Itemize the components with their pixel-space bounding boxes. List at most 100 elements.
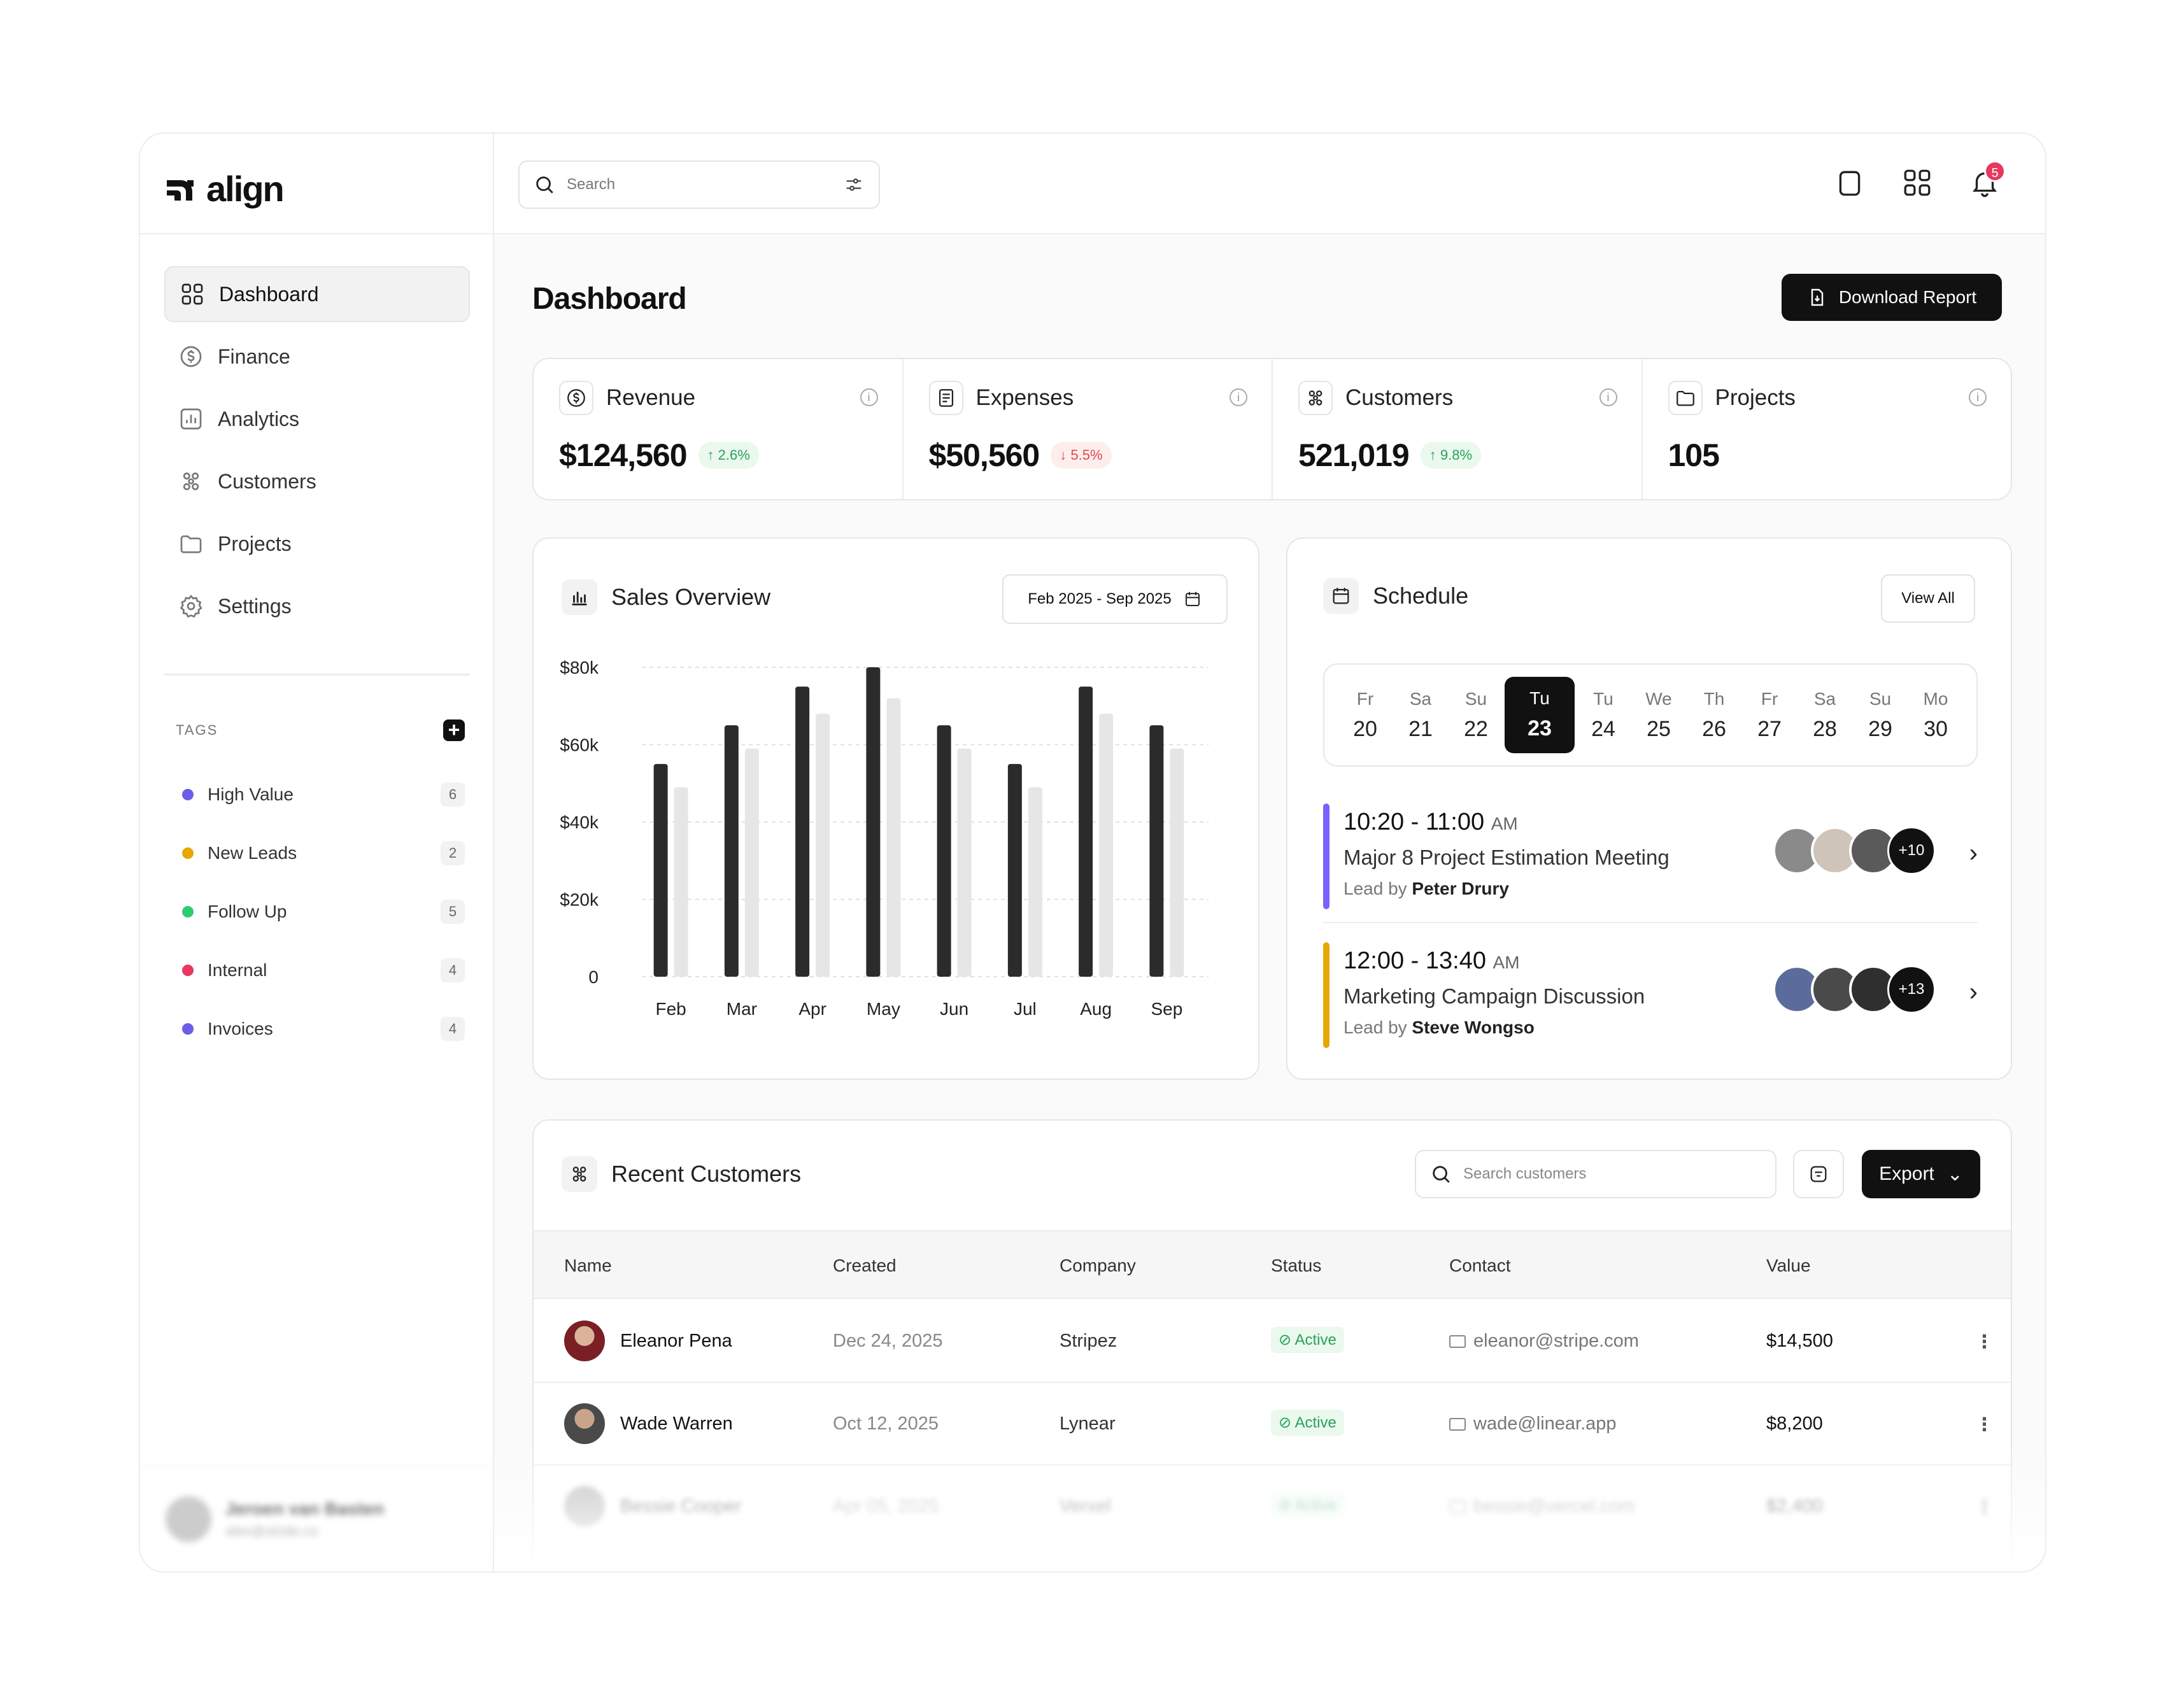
avatar xyxy=(564,1486,605,1527)
column-header[interactable]: Value xyxy=(1766,1256,1811,1276)
table-row[interactable]: Eleanor Pena Dec 24, 2025 Stripez ⊘ Acti… xyxy=(534,1300,2011,1383)
sidebar-nav: Dashboard Finance Analytics Customers Pr… xyxy=(164,266,470,641)
contact-email[interactable]: bessie@vercel.com xyxy=(1449,1496,1634,1517)
view-all-button[interactable]: View All xyxy=(1881,574,1975,623)
stat-value: $124,560 xyxy=(559,437,688,473)
schedule-event[interactable]: 12:00 - 13:40 AM Marketing Campaign Disc… xyxy=(1323,942,1978,1048)
day-item[interactable]: Th 26 xyxy=(1687,689,1741,742)
day-item[interactable]: Fr 20 xyxy=(1338,689,1392,742)
bar xyxy=(816,713,830,977)
x-tick-label: Sep xyxy=(1151,999,1182,1019)
tag-dot xyxy=(182,1023,194,1035)
sidebar-item-dashboard[interactable]: Dashboard xyxy=(164,266,470,322)
more-options-icon[interactable]: ⋮ xyxy=(1975,1331,1994,1353)
tag-label: Invoices xyxy=(208,1019,273,1038)
more-options-icon[interactable]: ⋮ xyxy=(1975,1413,1994,1436)
column-header[interactable]: Created xyxy=(833,1256,897,1276)
x-tick-label: Mar xyxy=(727,999,757,1019)
bar xyxy=(957,748,972,977)
sidebar-item-finance[interactable]: Finance xyxy=(164,329,470,385)
topbar: Search 5 xyxy=(494,134,2045,234)
stat-customers: Customers i 521,019 ↑ 9.8% xyxy=(1273,359,1643,499)
y-tick-label: $20k xyxy=(560,890,599,910)
tag-label: Internal xyxy=(208,960,267,980)
column-header[interactable]: Status xyxy=(1271,1256,1321,1276)
folder-icon xyxy=(180,535,202,553)
mail-icon xyxy=(1449,1418,1466,1431)
day-item[interactable]: Fr 27 xyxy=(1743,689,1796,742)
grid-icon xyxy=(1904,169,1931,196)
sidebar-item-label: Analytics xyxy=(218,407,300,430)
column-header[interactable]: Contact xyxy=(1449,1256,1511,1276)
y-tick-label: $80k xyxy=(560,658,599,677)
tags-title: TAGS xyxy=(176,722,218,738)
tag-new-leads[interactable]: New Leads 2 xyxy=(182,824,465,882)
table-row[interactable]: Wade Warren Oct 12, 2025 Lynear ⊘ Active… xyxy=(534,1383,2011,1466)
customer-value: $8,200 xyxy=(1766,1413,1823,1434)
status-badge: ⊘ Active xyxy=(1271,1410,1344,1436)
export-label: Export xyxy=(1879,1163,1934,1184)
customer-search-input[interactable]: Search customers xyxy=(1415,1150,1776,1198)
clipboard-icon xyxy=(1839,171,1861,196)
contact-email[interactable]: eleanor@stripe.com xyxy=(1449,1331,1639,1352)
info-icon[interactable]: i xyxy=(860,388,878,406)
day-item[interactable]: Sa 28 xyxy=(1798,689,1852,742)
chevron-right-icon[interactable]: › xyxy=(1969,839,1978,868)
day-item[interactable]: Su 22 xyxy=(1449,689,1503,742)
clipboard-button[interactable] xyxy=(1834,167,1866,199)
schedule-event[interactable]: 10:20 - 11:00 AM Major 8 Project Estimat… xyxy=(1323,804,1978,909)
day-item[interactable]: Sa 21 xyxy=(1394,689,1447,742)
apps-button[interactable] xyxy=(1901,167,1933,199)
more-options-icon[interactable]: ⋮ xyxy=(1975,1496,1994,1519)
sidebar-item-projects[interactable]: Projects xyxy=(164,516,470,572)
chevron-right-icon[interactable]: › xyxy=(1969,978,1978,1007)
user-profile[interactable]: Jeroen van Basten alex@stride.co xyxy=(140,1466,494,1571)
add-tag-button[interactable]: + xyxy=(443,719,465,741)
calendar-icon xyxy=(1333,588,1349,604)
column-header[interactable]: Company xyxy=(1060,1256,1136,1276)
search-input[interactable]: Search xyxy=(518,160,880,209)
day-item[interactable]: Mo 30 xyxy=(1909,689,1962,742)
sidebar-item-label: Dashboard xyxy=(219,282,319,306)
date-range-button[interactable]: Feb 2025 - Sep 2025 xyxy=(1002,574,1228,624)
sliders-icon[interactable] xyxy=(843,174,865,195)
chevron-down-icon: ⌄ xyxy=(1946,1163,1963,1185)
stat-change-badge: ↑ 2.6% xyxy=(698,442,759,469)
sidebar-item-customers[interactable]: Customers xyxy=(164,453,470,509)
sidebar-item-settings[interactable]: Settings xyxy=(164,578,470,634)
export-button[interactable]: Export ⌄ xyxy=(1862,1150,1980,1198)
contact-email[interactable]: wade@linear.app xyxy=(1449,1413,1617,1434)
attendee-avatars: +13 xyxy=(1773,965,1936,1014)
attendee-avatars: +10 xyxy=(1773,826,1936,875)
info-icon[interactable]: i xyxy=(1969,388,1987,406)
stat-expenses: Expenses i $50,560 ↓ 5.5% xyxy=(904,359,1273,499)
notifications-button[interactable]: 5 xyxy=(1969,160,2006,199)
day-item[interactable]: Tu 24 xyxy=(1577,689,1630,742)
tag-internal[interactable]: Internal 4 xyxy=(182,941,465,1000)
tag-invoices[interactable]: Invoices 4 xyxy=(182,1000,465,1058)
download-report-button[interactable]: Download Report xyxy=(1782,274,2002,321)
schedule-title: Schedule xyxy=(1373,583,1469,609)
logo-icon xyxy=(167,180,194,201)
info-icon[interactable]: i xyxy=(1599,388,1617,406)
logo[interactable]: align xyxy=(164,168,285,209)
search-icon xyxy=(536,176,553,194)
bar xyxy=(937,725,951,977)
sales-overview-card: Sales Overview Feb 2025 - Sep 2025 $80k $… xyxy=(532,537,1259,1080)
day-item[interactable]: We 25 xyxy=(1632,689,1685,742)
day-item[interactable]: Su 29 xyxy=(1854,689,1907,742)
info-icon[interactable]: i xyxy=(1230,388,1247,406)
divider xyxy=(140,233,494,234)
table-row[interactable]: Bessie Cooper Apr 05, 2025 Verxel ⊘ Acti… xyxy=(534,1466,2011,1548)
tag-follow-up[interactable]: Follow Up 5 xyxy=(182,882,465,941)
day-item-selected[interactable]: Tu 23 xyxy=(1505,677,1575,753)
more-attendees-badge: +10 xyxy=(1887,826,1936,875)
sidebar-item-analytics[interactable]: Analytics xyxy=(164,391,470,447)
bar xyxy=(744,748,759,977)
calendar-icon xyxy=(1185,591,1200,606)
tag-high-value[interactable]: High Value 6 xyxy=(182,765,465,824)
x-tick-label: Apr xyxy=(798,999,826,1019)
filter-button[interactable] xyxy=(1793,1150,1844,1198)
tag-dot xyxy=(182,847,194,859)
column-header[interactable]: Name xyxy=(564,1256,612,1276)
